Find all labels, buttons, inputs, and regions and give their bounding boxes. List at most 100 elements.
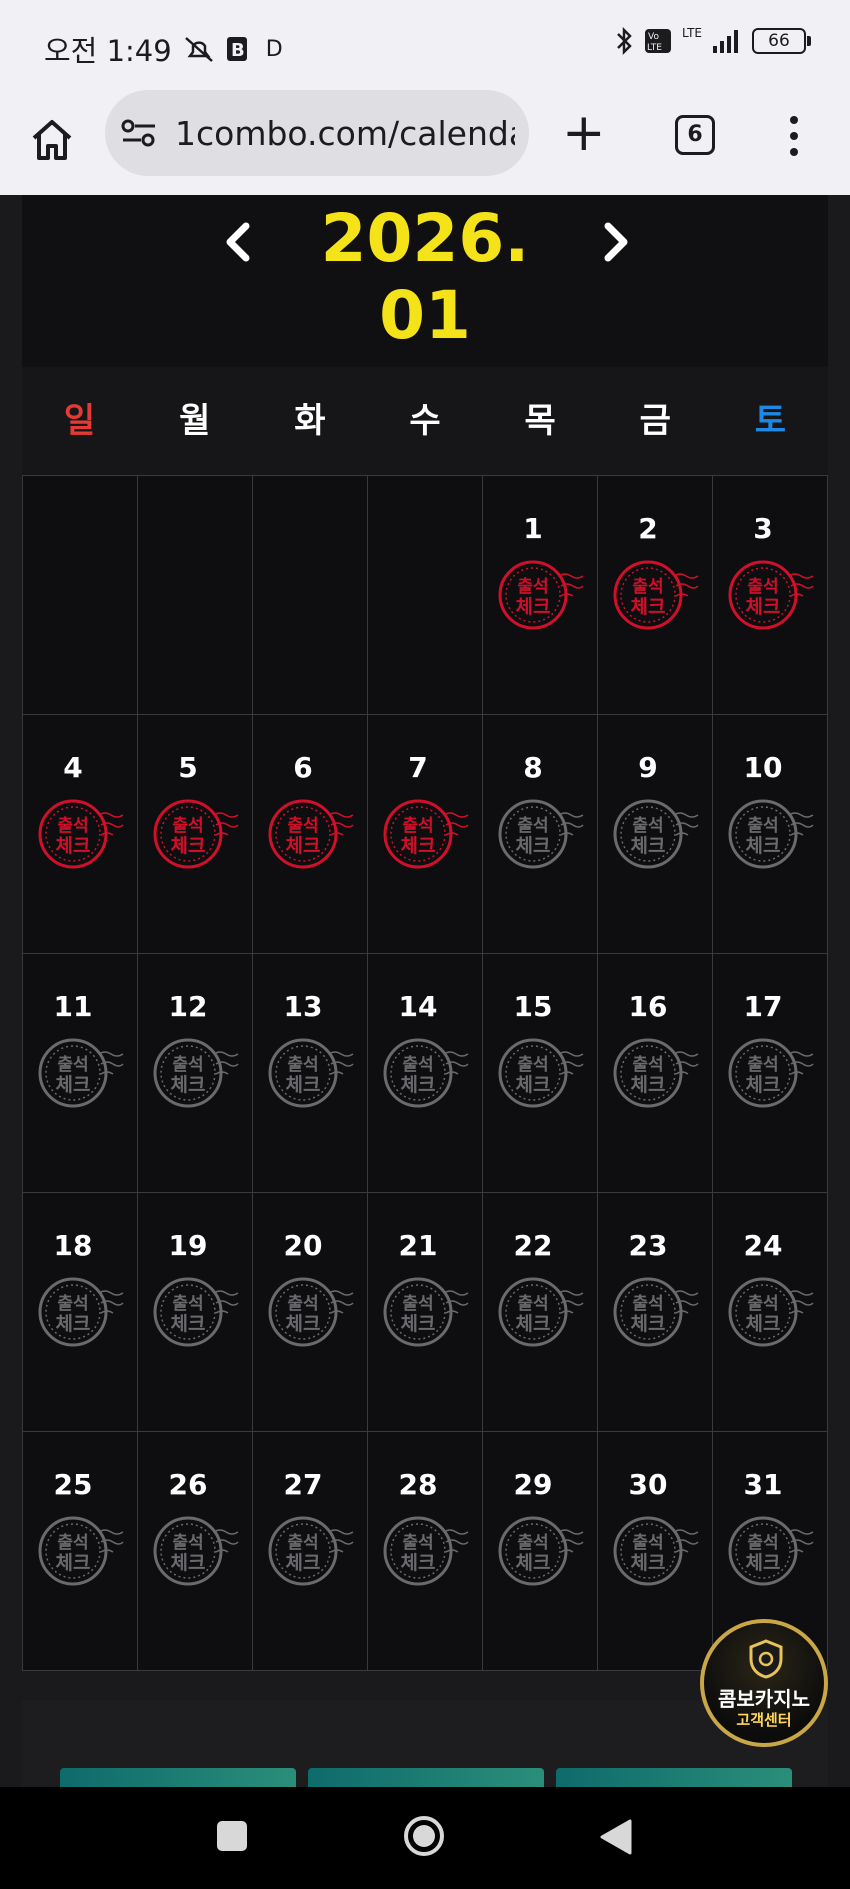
stamp-text-top: 출석: [402, 1055, 433, 1075]
day-cell[interactable]: 30 출석 체크: [598, 1432, 713, 1671]
day-cell[interactable]: 14 출석 체크: [368, 954, 483, 1193]
prev-month-icon[interactable]: [210, 212, 270, 272]
stamp-text-bottom: 체크: [401, 1552, 436, 1574]
nav-home-icon[interactable]: [403, 1815, 445, 1857]
stamp-text-top: 출석: [287, 1055, 318, 1075]
stamp-text-top: 출석: [517, 1055, 548, 1075]
attendance-stamp-checked-icon: 출석체크: [498, 560, 584, 630]
day-cell[interactable]: 26 출석 체크: [138, 1432, 253, 1671]
empty-day-cell: [253, 476, 368, 715]
day-cell[interactable]: 24 출석 체크: [713, 1193, 828, 1432]
back-icon[interactable]: [598, 1818, 634, 1856]
day-cell[interactable]: 11 출석 체크: [23, 954, 138, 1193]
day-number: 25: [53, 1468, 93, 1501]
day-cell[interactable]: 6 출석 체크: [253, 715, 368, 954]
attendance-stamp-checked-icon: 출석체크: [268, 799, 354, 869]
attendance-stamp-icon: 출석체크: [498, 1516, 584, 1586]
url-text[interactable]: 1combo.com/calenda: [175, 114, 515, 153]
stamp-text-bottom: 체크: [631, 1552, 666, 1574]
attendance-stamp-icon: 출석체크: [268, 1516, 354, 1586]
day-cell[interactable]: 27 출석 체크: [253, 1432, 368, 1671]
day-cell[interactable]: 22 출석 체크: [483, 1193, 598, 1432]
day-cell[interactable]: 15 출석 체크: [483, 954, 598, 1193]
day-cell[interactable]: 28 출석 체크: [368, 1432, 483, 1671]
stamp-text-top: 출석: [57, 816, 88, 836]
day-cell[interactable]: 2 출석 체크: [598, 476, 713, 715]
attendance-stamp-checked-icon: 출석체크: [613, 560, 699, 630]
stamp-text-top: 출석: [402, 1294, 433, 1314]
stamp-text-bottom: 체크: [286, 835, 321, 857]
customer-center-button[interactable]: 콤보카지노 고객센터: [700, 1619, 828, 1747]
stamp-text-bottom: 체크: [516, 1313, 551, 1335]
day-cell[interactable]: 23 출석 체크: [598, 1193, 713, 1432]
day-number: 24: [743, 1229, 783, 1262]
svg-text:LTE: LTE: [647, 43, 662, 53]
banner-1[interactable]: [60, 1768, 296, 1788]
day-number: 7: [408, 751, 428, 784]
home-icon[interactable]: [26, 114, 78, 166]
battery-icon: 66: [752, 28, 811, 54]
attendance-stamp-checked-icon: 출석체크: [38, 799, 124, 869]
weekday-mon: 월: [179, 401, 211, 441]
stamp-text-bottom: 체크: [631, 596, 666, 618]
day-cell[interactable]: 25 출석 체크: [23, 1432, 138, 1671]
day-cell[interactable]: 7 출석 체크: [368, 715, 483, 954]
day-number: 27: [283, 1468, 323, 1501]
new-tab-button[interactable]: +: [562, 107, 606, 159]
next-month-icon[interactable]: [584, 212, 644, 272]
recent-apps-button[interactable]: [217, 1821, 247, 1851]
weekday-thu: 목: [524, 401, 556, 441]
day-cell[interactable]: 20 출석 체크: [253, 1193, 368, 1432]
day-cell[interactable]: 10 출석 체크: [713, 715, 828, 954]
day-cell[interactable]: 29 출석 체크: [483, 1432, 598, 1671]
day-number: 21: [398, 1229, 438, 1262]
day-number: 2: [638, 512, 658, 545]
site-settings-icon[interactable]: [121, 118, 157, 148]
day-number: 11: [53, 990, 93, 1023]
more-menu-icon[interactable]: [790, 116, 800, 164]
stamp-text-top: 출석: [632, 577, 663, 597]
day-number: 31: [743, 1468, 783, 1501]
stamp-text-bottom: 체크: [516, 1552, 551, 1574]
weekday-tue: 화: [294, 401, 326, 441]
stamp-text-bottom: 체크: [171, 1313, 206, 1335]
day-cell[interactable]: 13 출석 체크: [253, 954, 368, 1193]
banner-2[interactable]: [308, 1768, 544, 1788]
stamp-text-top: 출석: [632, 1294, 663, 1314]
day-cell[interactable]: 18 출석 체크: [23, 1193, 138, 1432]
day-cell[interactable]: 16 출석 체크: [598, 954, 713, 1193]
day-cell[interactable]: 4 출석 체크: [23, 715, 138, 954]
svg-text:B: B: [231, 40, 245, 61]
stamp-text-top: 출석: [172, 1055, 203, 1075]
bluetooth-icon: [617, 26, 632, 56]
stamp-text-bottom: 체크: [56, 1074, 91, 1096]
day-number: 14: [398, 990, 438, 1023]
day-cell[interactable]: 19 출석 체크: [138, 1193, 253, 1432]
attendance-stamp-icon: 출석체크: [613, 1277, 699, 1347]
day-number: 12: [168, 990, 208, 1023]
stamp-text-top: 출석: [287, 1533, 318, 1553]
day-cell[interactable]: 12 출석 체크: [138, 954, 253, 1193]
attendance-stamp-icon: 출석체크: [153, 1516, 239, 1586]
attendance-stamp-icon: 출석체크: [38, 1516, 124, 1586]
stamp-text-top: 출석: [632, 1055, 663, 1075]
day-cell[interactable]: 3 출석 체크: [713, 476, 828, 715]
attendance-stamp-icon: 출석체크: [383, 1516, 469, 1586]
day-cell[interactable]: 9 출석 체크: [598, 715, 713, 954]
day-cell[interactable]: 5 출석 체크: [138, 715, 253, 954]
month-title: 2026. 01: [320, 200, 530, 354]
b-app-icon: B: [226, 37, 247, 61]
day-cell[interactable]: 8 출석 체크: [483, 715, 598, 954]
attendance-stamp-icon: 출석체크: [498, 1038, 584, 1108]
day-cell[interactable]: 17 출석 체크: [713, 954, 828, 1193]
banner-3[interactable]: [556, 1768, 792, 1788]
status-left: 오전 1:49 B D: [44, 28, 283, 70]
day-cell[interactable]: 21 출석 체크: [368, 1193, 483, 1432]
stamp-text-top: 출석: [632, 1533, 663, 1553]
status-right: Vo LTE LTE 66: [614, 26, 811, 56]
tab-switcher-button[interactable]: 6: [675, 115, 715, 155]
stamp-text-bottom: 체크: [286, 1313, 321, 1335]
day-cell[interactable]: 1 출석 체크: [483, 476, 598, 715]
attendance-stamp-checked-icon: 출석체크: [383, 799, 469, 869]
customer-center-subtitle: 고객센터: [736, 1711, 792, 1729]
